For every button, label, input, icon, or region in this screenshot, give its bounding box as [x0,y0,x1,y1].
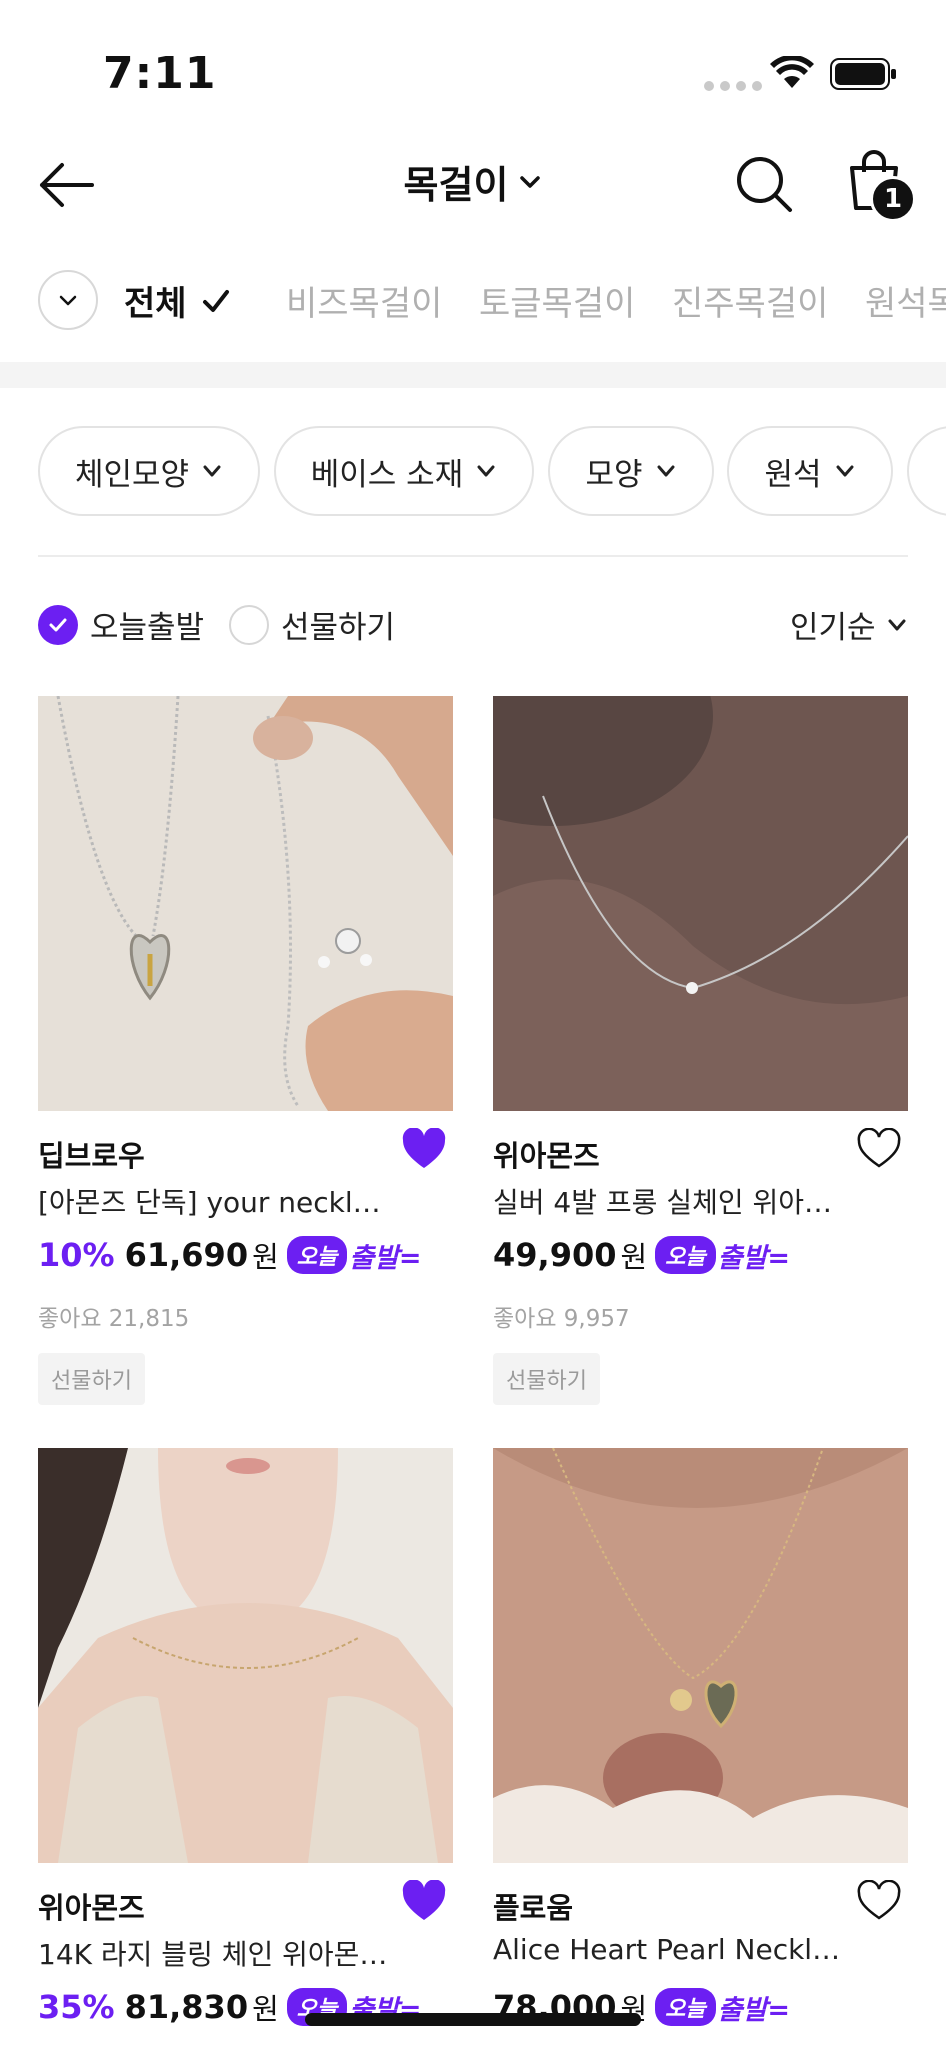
currency: 원 [252,1240,279,1274]
chevron-down-icon [657,465,675,477]
category-expand-button[interactable] [38,270,98,330]
filter-chain-shape[interactable]: 체인모양 [38,426,260,516]
product-card[interactable]: 딥브로우 [아몬즈 단독] your necklac… 10% 61,690 원… [38,696,453,1405]
status-bar: 7:11 [0,0,946,130]
product-name: Alice Heart Pearl Necklace [493,1933,843,1966]
gift-tag[interactable]: 선물하기 [38,1353,145,1405]
product-image[interactable] [38,1448,453,1863]
filter-gemstone[interactable]: 원석 [727,426,893,516]
chevron-down-icon [203,465,221,477]
category-tabs: 전체 비즈목걸이 토글목걸이 진주목걸이 원석목 [0,260,946,342]
gift-toggle[interactable]: 선물하기 [229,602,395,647]
tab-toggle-necklace[interactable]: 토글목걸이 [479,276,635,325]
chevron-down-icon [59,295,77,306]
likes-count: 좋아요 21,815 [38,1306,190,1332]
product-brand: 플로움 [493,1891,574,1925]
price-row: 49,900 원 오늘 출발= [493,1233,908,1277]
product-image[interactable] [493,1448,908,1863]
today-badge: 오늘 [655,1236,716,1274]
cart-count-badge: 1 [870,176,916,222]
filter-shape[interactable]: 모양 [548,426,714,516]
search-icon[interactable] [734,154,794,214]
header: 목걸이 1 [0,130,946,240]
chip-label: 체인모양 [74,456,190,493]
likes-count: 좋아요 9,957 [493,1306,630,1332]
price: 81,830 [124,1988,249,2026]
tab-gemstone-necklace[interactable]: 원석목 [865,276,946,325]
product-brand: 위아몬즈 [493,1139,600,1173]
gift-tag[interactable]: 선물하기 [493,1353,600,1405]
price-row: 10% 61,690 원 오늘 출발= [38,1233,453,1277]
checked-radio-icon [38,604,78,645]
page-title-label: 목걸이 [403,163,509,207]
heart-filled-icon[interactable] [401,1880,447,1922]
product-brand: 위아몬즈 [38,1891,145,1925]
currency: 원 [252,1992,279,2026]
discount-rate: 35% [38,1988,115,2026]
price: 61,690 [124,1236,249,1274]
departure-badge: 출발= [717,1242,790,1274]
chevron-down-icon [520,175,541,188]
product-name: 14K 라지 블링 체인 위아몬… [38,1938,388,1971]
product-card[interactable]: 위아몬즈 14K 라지 블링 체인 위아몬… 35% 81,830 원 오늘 출… [38,1448,453,2029]
section-divider [0,362,946,388]
tab-all[interactable]: 전체 [124,276,231,325]
battery-icon [830,58,896,90]
filter-more[interactable] [907,426,946,516]
sort-label: 인기순 [790,610,876,646]
status-time: 7:11 [103,48,217,99]
checkmark-icon [202,289,229,312]
chevron-down-icon [477,465,495,477]
page-title[interactable]: 목걸이 [0,154,946,209]
chevron-down-icon [836,465,854,477]
tab-pearl-necklace[interactable]: 진주목걸이 [672,276,828,325]
product-card[interactable]: 플로움 Alice Heart Pearl Necklace 78,000 원 … [493,1448,908,2029]
currency: 원 [620,1240,648,1274]
cellular-icon [704,81,762,91]
sort-dropdown[interactable]: 인기순 [790,602,908,647]
tab-bead-necklace[interactable]: 비즈목걸이 [286,276,442,325]
heart-outline-icon[interactable] [856,1128,902,1170]
product-name: 실버 4발 프롱 실체인 위아… [493,1186,833,1219]
price: 49,900 [493,1236,617,1274]
today-badge: 오늘 [655,1988,716,2026]
filter-base-material[interactable]: 베이스 소재 [274,426,534,516]
today-ship-label: 오늘출발 [90,610,205,646]
product-name: [아몬즈 단독] your necklac… [38,1186,388,1219]
tab-label: 전체 [124,284,187,324]
chip-label: 원석 [764,456,822,493]
home-indicator [305,2013,641,2026]
chip-label: 모양 [585,456,643,493]
today-ship-toggle[interactable]: 오늘출발 [38,602,204,647]
chip-label: 베이스 소재 [310,456,464,493]
filter-chips: 체인모양 베이스 소재 모양 원석 [0,426,946,518]
departure-badge: 출발= [717,1994,790,2026]
discount-rate: 10% [38,1236,115,1274]
wifi-icon [770,56,814,88]
product-card[interactable]: 위아몬즈 실버 4발 프롱 실체인 위아… 49,900 원 오늘 출발= 좋아… [493,696,908,1405]
unchecked-radio-icon [229,604,269,645]
chevron-down-icon [888,619,906,630]
gift-label: 선물하기 [281,610,396,646]
product-brand: 딥브로우 [38,1139,145,1173]
divider [38,555,908,557]
product-image[interactable] [38,696,453,1111]
heart-outline-icon[interactable] [856,1880,902,1922]
departure-badge: 출발= [349,1242,422,1274]
product-image[interactable] [493,696,908,1111]
today-badge: 오늘 [286,1236,348,1274]
heart-filled-icon[interactable] [401,1128,447,1170]
